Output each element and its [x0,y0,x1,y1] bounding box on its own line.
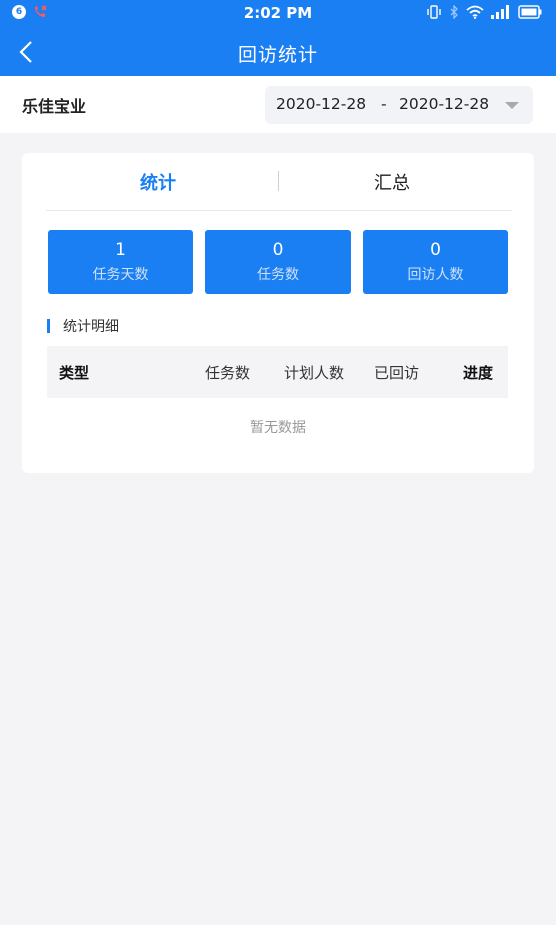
signal-icon [491,5,509,19]
stat-task-days[interactable]: 1 任务天数 [48,230,193,294]
tab-bar: 统计 汇总 [46,153,512,211]
column-planned: 计划人数 [284,364,345,382]
status-right-icons [426,5,542,19]
column-type: 类型 [59,364,90,382]
section-accent-bar [47,319,50,333]
date-start: 2020-12-28 [276,95,367,113]
stats-card: 统计 汇总 1 任务天数 0 任务数 0 回访人数 统计明细 类型 任务数 计划… [22,153,534,473]
date-end: 2020-12-28 [399,95,490,113]
tab-summary[interactable]: 汇总 [374,169,410,195]
battery-icon [518,5,542,19]
date-separator: - [381,95,387,113]
filter-row: 乐佳宝业 2020-12-28 - 2020-12-28 [0,76,556,133]
stat-visitors[interactable]: 0 回访人数 [363,230,508,294]
tab-divider [278,171,279,191]
date-range-picker[interactable]: 2020-12-28 - 2020-12-28 [265,86,533,124]
stat-label: 回访人数 [407,267,464,283]
vibrate-icon [427,5,441,19]
stat-value: 0 [272,240,284,260]
tab-statistics[interactable]: 统计 [140,169,176,195]
column-tasks: 任务数 [205,364,251,382]
column-progress: 进度 [463,364,494,382]
caret-down-icon [505,102,519,109]
stat-value: 1 [115,240,126,260]
page-title: 回访统计 [237,44,318,66]
column-visited: 已回访 [374,364,420,382]
stat-value: 0 [430,240,441,260]
status-bar: 6 2:02 PM [0,0,556,27]
stat-label: 任务天数 [92,267,149,283]
section-title-text: 统计明细 [63,319,119,335]
stat-tasks[interactable]: 0 任务数 [205,230,351,294]
wifi-icon [466,5,484,19]
title-bar: 回访统计 [0,27,556,76]
bluetooth-icon [450,5,458,19]
empty-state-text: 暂无数据 [250,420,306,436]
table-header: 类型 任务数 计划人数 已回访 进度 [47,346,508,398]
company-name: 乐佳宝业 [22,97,87,116]
stat-label: 任务数 [257,267,299,283]
